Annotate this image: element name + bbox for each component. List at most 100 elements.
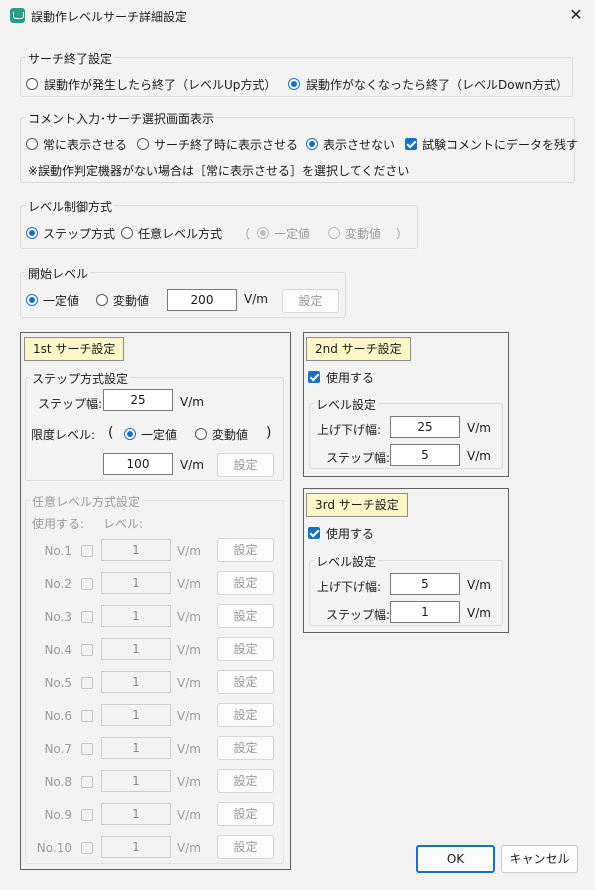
arbitrary-row-set-button[interactable]: 設定 <box>217 670 274 694</box>
keep-data-label: 試験コメントにデータを残す <box>422 138 579 152</box>
arbitrary-row-no: No.8 <box>44 775 72 789</box>
arbitrary-row-no: No.9 <box>44 808 72 822</box>
second-level-title: レベル設定 <box>314 396 379 413</box>
arbitrary-row-use-checkbox[interactable] <box>81 776 93 788</box>
arbitrary-row-level-input[interactable]: 1 <box>101 539 171 561</box>
level-control-variable-radio[interactable] <box>328 227 340 239</box>
limit-level-variable-radio[interactable] <box>195 428 207 440</box>
arbitrary-row-set-button[interactable]: 設定 <box>217 703 274 727</box>
third-level-title: レベル設定 <box>314 553 379 570</box>
comment-title: コメント入力･サーチ選択画面表示 <box>26 110 217 127</box>
limit-level-variable-label: 変動値 <box>212 428 249 442</box>
third-updown-label: 上げ下げ幅: <box>317 580 382 594</box>
arbitrary-row-no: No.2 <box>44 577 72 591</box>
start-level-input[interactable]: 200 <box>167 289 237 311</box>
arbitrary-row-set-button[interactable]: 設定 <box>217 538 274 562</box>
arbitrary-row-no: No.4 <box>44 643 72 657</box>
comment-always-radio[interactable] <box>26 138 38 150</box>
third-step-label: ステップ幅: <box>326 608 391 622</box>
limit-level-input[interactable]: 100 <box>103 453 173 475</box>
third-updown-input[interactable]: 5 <box>390 573 460 595</box>
arbitrary-row-level-input[interactable]: 1 <box>101 803 171 825</box>
arbitrary-method-label: 任意レベル方式 <box>138 227 223 241</box>
arbitrary-row-set-button[interactable]: 設定 <box>217 736 274 760</box>
arbitrary-row-set-button[interactable]: 設定 <box>217 802 274 826</box>
arbitrary-row-unit: V/m <box>177 544 201 558</box>
comment-never-radio[interactable] <box>306 138 318 150</box>
arbitrary-row-level-input[interactable]: 1 <box>101 737 171 759</box>
arbitrary-row-set-button[interactable]: 設定 <box>217 571 274 595</box>
arbitrary-method-radio[interactable] <box>121 227 133 239</box>
arbitrary-row-level-input[interactable]: 1 <box>101 770 171 792</box>
arbitrary-row-use-checkbox[interactable] <box>81 809 93 821</box>
arbitrary-use-header: 使用する: <box>32 517 85 531</box>
search-end-level-up-radio[interactable] <box>26 78 38 90</box>
arbitrary-row-no: No.10 <box>36 841 72 855</box>
arbitrary-row-unit: V/m <box>177 643 201 657</box>
step-width-label: ステップ幅: <box>38 397 103 411</box>
start-level-fixed-radio[interactable] <box>26 294 38 306</box>
third-search-title: 3rd サーチ設定 <box>306 493 408 517</box>
comment-on-end-radio[interactable] <box>137 138 149 150</box>
limit-level-label: 限度レベル: <box>31 428 96 442</box>
second-search-use-checkbox[interactable] <box>308 371 320 383</box>
second-step-label: ステップ幅: <box>326 451 391 465</box>
arbitrary-row-use-checkbox[interactable] <box>81 611 93 623</box>
arbitrary-row-use-checkbox[interactable] <box>81 743 93 755</box>
step-method-radio[interactable] <box>26 227 38 239</box>
arbitrary-row-level-input[interactable]: 1 <box>101 572 171 594</box>
search-end-title: サーチ終了設定 <box>26 50 115 67</box>
comment-never-label: 表示させない <box>323 138 396 152</box>
arbitrary-row-set-button[interactable]: 設定 <box>217 637 274 661</box>
arbitrary-row-level-input[interactable]: 1 <box>101 704 171 726</box>
search-end-level-up-label: 誤動作が発生したら終了（レベルUp方式） <box>44 78 277 92</box>
start-level-set-button[interactable]: 設定 <box>282 289 339 313</box>
ok-button[interactable]: OK <box>416 845 495 873</box>
arbitrary-row-use-checkbox[interactable] <box>81 842 93 854</box>
level-control-variable-label: 変動値 <box>345 227 382 241</box>
arbitrary-row-set-button[interactable]: 設定 <box>217 769 274 793</box>
arbitrary-row-no: No.5 <box>44 676 72 690</box>
level-control-paren-open: （ <box>238 227 251 241</box>
second-updown-input[interactable]: 25 <box>390 416 460 438</box>
start-level-variable-radio[interactable] <box>96 294 108 306</box>
arbitrary-row-use-checkbox[interactable] <box>81 677 93 689</box>
arbitrary-level-header: レベル: <box>103 517 144 531</box>
third-search-use-checkbox[interactable] <box>308 527 320 539</box>
arbitrary-row-level-input[interactable]: 1 <box>101 836 171 858</box>
arbitrary-row-level-input[interactable]: 1 <box>101 605 171 627</box>
step-width-input[interactable]: 25 <box>103 389 173 411</box>
cancel-button[interactable]: キャンセル <box>501 845 578 873</box>
limit-level-paren-close: ) <box>266 425 272 441</box>
arbitrary-settings-title: 任意レベル方式設定 <box>30 493 143 510</box>
comment-always-label: 常に表示させる <box>43 138 128 152</box>
arbitrary-row-use-checkbox[interactable] <box>81 545 93 557</box>
third-search-use-label: 使用する <box>326 527 375 541</box>
limit-level-unit: V/m <box>180 458 204 472</box>
arbitrary-row-no: No.6 <box>44 709 72 723</box>
limit-level-paren-open: ( <box>108 425 114 441</box>
second-step-unit: V/m <box>467 449 491 463</box>
start-level-fixed-label: 一定値 <box>43 294 80 308</box>
third-step-input[interactable]: 1 <box>390 601 460 623</box>
start-level-unit: V/m <box>244 292 268 306</box>
arbitrary-row-level-input[interactable]: 1 <box>101 638 171 660</box>
arbitrary-row-use-checkbox[interactable] <box>81 710 93 722</box>
level-control-fixed-radio[interactable] <box>257 227 269 239</box>
limit-level-fixed-radio[interactable] <box>124 428 136 440</box>
level-control-title: レベル制御方式 <box>26 198 115 215</box>
limit-level-set-button[interactable]: 設定 <box>217 453 274 477</box>
arbitrary-row-level-input[interactable]: 1 <box>101 671 171 693</box>
second-step-input[interactable]: 5 <box>390 444 460 466</box>
arbitrary-row-use-checkbox[interactable] <box>81 578 93 590</box>
comment-note: ※誤動作判定機器がない場合は［常に表示させる］を選択してください <box>28 164 410 178</box>
arbitrary-row-unit: V/m <box>177 742 201 756</box>
keep-data-checkbox[interactable] <box>405 138 417 150</box>
level-control-paren-close: ） <box>396 227 409 241</box>
search-end-level-down-radio[interactable] <box>288 78 300 90</box>
arbitrary-row-set-button[interactable]: 設定 <box>217 604 274 628</box>
arbitrary-row-set-button[interactable]: 設定 <box>217 835 274 859</box>
second-search-title: 2nd サーチ設定 <box>306 337 411 361</box>
arbitrary-row-use-checkbox[interactable] <box>81 644 93 656</box>
close-icon[interactable]: ✕ <box>562 4 590 28</box>
